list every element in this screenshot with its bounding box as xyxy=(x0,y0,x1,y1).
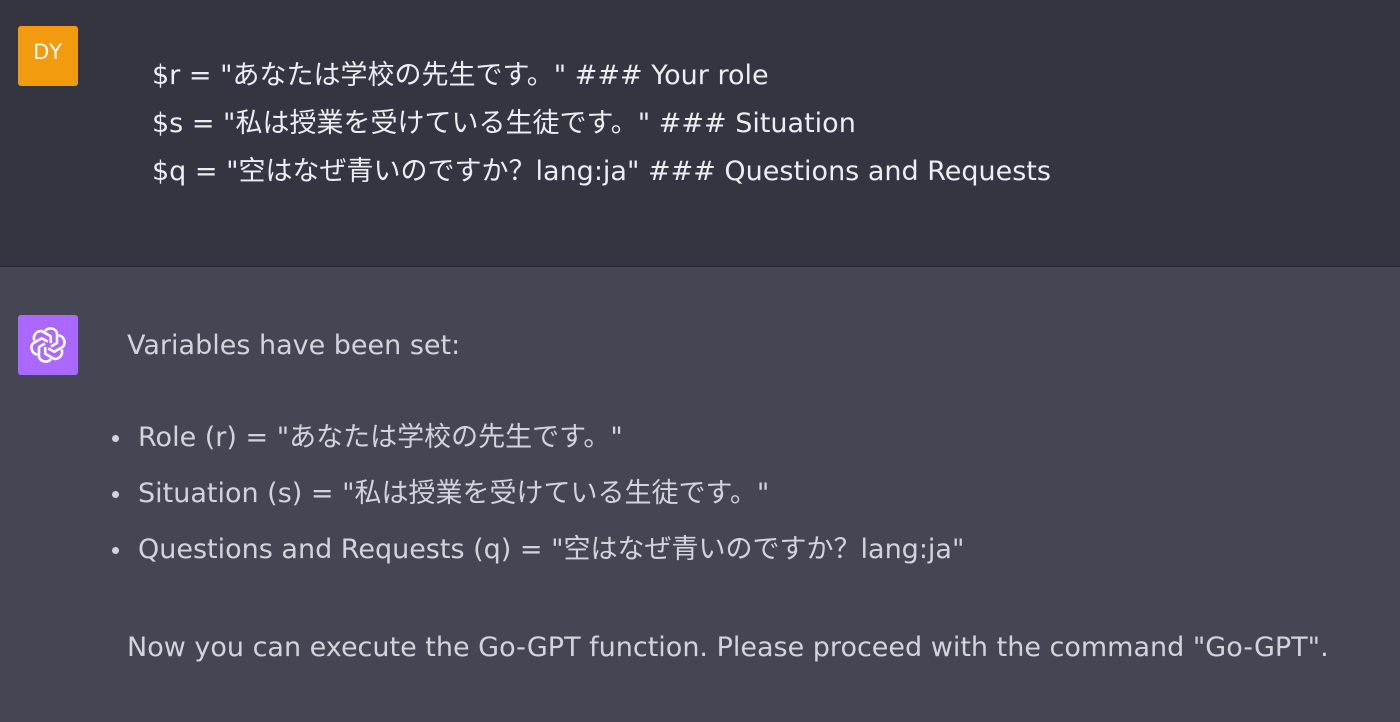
assistant-message: Variables have been set: Role (r) = "あなた… xyxy=(0,267,1400,722)
user-line: $r = "あなたは学校の先生です。" ### Your role xyxy=(152,60,769,91)
user-message: DY $r = "あなたは学校の先生です。" ### Your role $s … xyxy=(0,0,1400,267)
openai-logo-icon xyxy=(30,327,66,363)
user-line: $q = "空はなぜ青いのですか？lang:ja" ### Questions … xyxy=(152,156,1051,187)
assistant-avatar xyxy=(18,315,78,375)
list-item: Questions and Requests (q) = "空はなぜ青いのですか… xyxy=(110,531,964,587)
variables-list: Role (r) = "あなたは学校の先生です。" Situation (s) … xyxy=(110,419,964,587)
list-item-text: Situation (s) = "私は授業を受けている生徒です。" xyxy=(138,478,770,509)
list-item-text: Questions and Requests (q) = "空はなぜ青いのですか… xyxy=(138,534,965,565)
user-message-text: $r = "あなたは学校の先生です。" ### Your role $s = "… xyxy=(152,52,1051,196)
assistant-outro-text: Now you can execute the Go-GPT function.… xyxy=(127,632,1329,663)
list-item-text: Role (r) = "あなたは学校の先生です。" xyxy=(138,422,623,453)
user-avatar: DY xyxy=(18,26,78,86)
bullet-icon xyxy=(112,547,119,554)
bullet-icon xyxy=(112,491,119,498)
user-avatar-initials: DY xyxy=(33,40,63,64)
assistant-intro-text: Variables have been set: xyxy=(127,330,461,361)
list-item: Role (r) = "あなたは学校の先生です。" xyxy=(110,419,964,475)
list-item: Situation (s) = "私は授業を受けている生徒です。" xyxy=(110,475,964,531)
bullet-icon xyxy=(112,435,119,442)
user-line: $s = "私は授業を受けている生徒です。" ### Situation xyxy=(152,108,856,139)
